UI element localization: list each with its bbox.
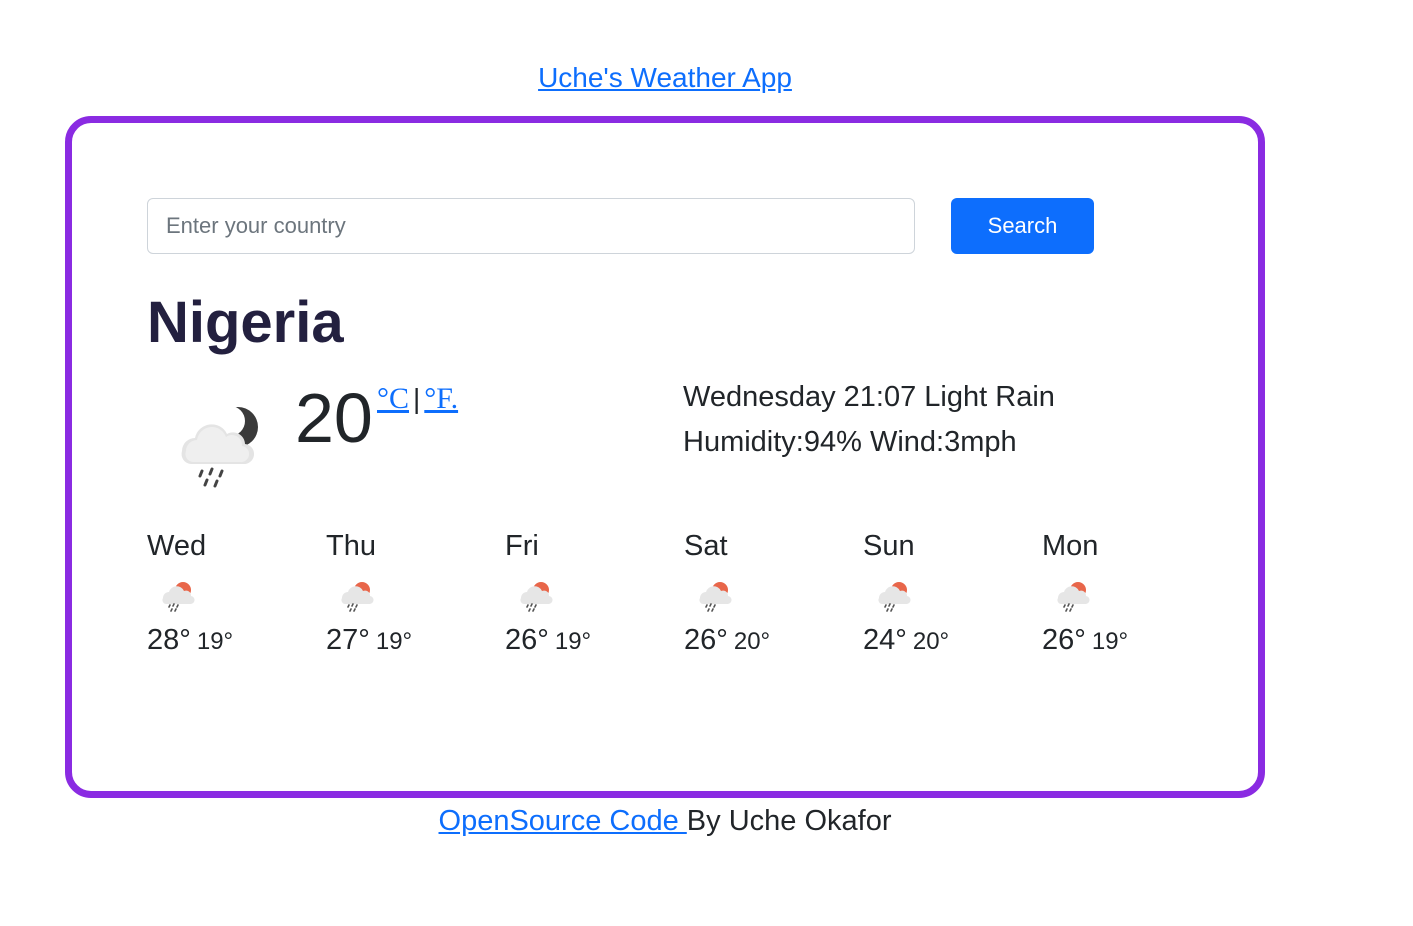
- city-name: Nigeria: [147, 290, 344, 355]
- humidity-wind: Humidity:94% Wind:3mph: [683, 426, 1017, 458]
- opensource-code-link[interactable]: OpenSource Code: [439, 805, 687, 837]
- forecast-day-name: Mon: [1042, 530, 1099, 562]
- rain-cloud-sun-icon: [162, 582, 195, 612]
- forecast-max: 27°: [326, 624, 370, 656]
- footer: OpenSource Code By Uche Okafor: [0, 800, 1330, 842]
- rain-cloud-sun-icon: [1057, 582, 1090, 612]
- forecast-temps: 27° 19°: [326, 622, 505, 660]
- forecast-day: Mon 26° 19°: [1042, 528, 1221, 660]
- forecast-min: 19°: [554, 628, 592, 655]
- current-temperature: 20: [295, 379, 373, 457]
- search-button[interactable]: Search: [951, 198, 1094, 254]
- unit-toggle: °C | °F.: [377, 381, 458, 417]
- rain-cloud-night-icon: [181, 406, 258, 488]
- rain-cloud-sun-icon: [699, 582, 732, 612]
- footer-credit: By Uche Okafor: [686, 805, 892, 837]
- country-search-input[interactable]: [147, 198, 915, 254]
- forecast-day-name: Wed: [147, 530, 207, 562]
- forecast-day: Thu 27° 19°: [326, 528, 505, 660]
- forecast-temps: 24° 20°: [863, 622, 1042, 660]
- rain-cloud-sun-icon: [520, 582, 553, 612]
- forecast-temps: 28° 19°: [147, 622, 326, 660]
- forecast-max: 26°: [505, 624, 549, 656]
- forecast-min: 19°: [196, 628, 234, 655]
- forecast-row: Wed 28° 19° Thu 27° 19° Fri 26° 19° Sat …: [147, 528, 1227, 660]
- day-time-description: Wednesday 21:07 Light Rain: [683, 381, 1055, 413]
- forecast-day-name: Fri: [505, 530, 539, 562]
- forecast-min: 19°: [375, 628, 413, 655]
- forecast-day-name: Thu: [326, 530, 376, 562]
- unit-separator: |: [413, 383, 421, 414]
- rain-cloud-sun-icon: [341, 582, 374, 612]
- fahrenheit-link[interactable]: °F.: [424, 382, 458, 415]
- forecast-day-name: Sun: [863, 530, 915, 562]
- forecast-min: 19°: [1091, 628, 1129, 655]
- forecast-day: Wed 28° 19°: [147, 528, 326, 660]
- celsius-link[interactable]: °C: [377, 382, 409, 415]
- weather-card: Search Nigeria 20 °C|°F. Wednesday 21:07…: [65, 116, 1265, 798]
- rain-cloud-sun-icon: [878, 582, 911, 612]
- forecast-temps: 26° 20°: [684, 622, 863, 660]
- forecast-min: 20°: [733, 628, 771, 655]
- forecast-day: Sat 26° 20°: [684, 528, 863, 660]
- forecast-day: Fri 26° 19°: [505, 528, 684, 660]
- forecast-day: Sun 24° 20°: [863, 528, 1042, 660]
- forecast-max: 26°: [684, 624, 728, 656]
- forecast-temps: 26° 19°: [1042, 622, 1221, 660]
- forecast-max: 28°: [147, 624, 191, 656]
- weather-details: Wednesday 21:07 Light Rain Humidity:94% …: [683, 375, 1055, 465]
- forecast-min: 20°: [912, 628, 950, 655]
- forecast-temps: 26° 19°: [505, 622, 684, 660]
- forecast-max: 24°: [863, 624, 907, 656]
- forecast-day-name: Sat: [684, 530, 728, 562]
- forecast-max: 26°: [1042, 624, 1086, 656]
- app-title-link[interactable]: Uche's Weather App: [0, 58, 1330, 98]
